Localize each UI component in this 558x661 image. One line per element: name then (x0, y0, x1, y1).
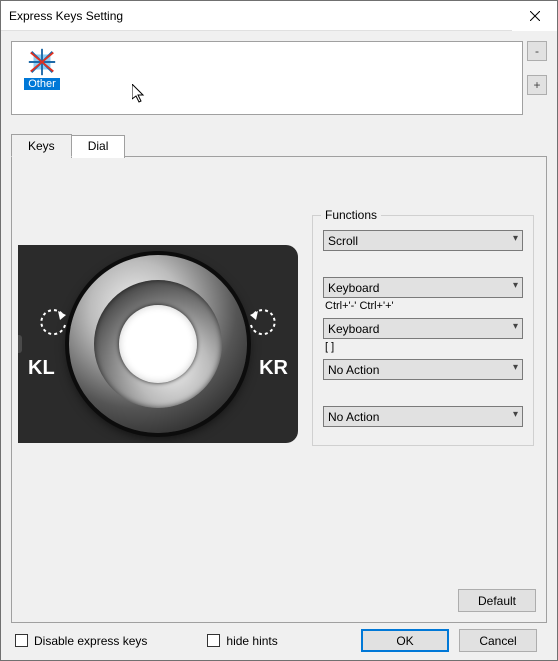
functions-legend: Functions (321, 208, 381, 222)
titlebar: Express Keys Setting (1, 1, 557, 31)
function-subtext-1: Ctrl+'-' Ctrl+'+' (323, 298, 523, 314)
select-value: Scroll (328, 234, 358, 248)
cancel-button[interactable]: Cancel (459, 629, 537, 652)
tab-keys[interactable]: Keys (11, 134, 72, 157)
checkbox-label: Disable express keys (34, 634, 147, 648)
button-label: Cancel (479, 634, 516, 648)
button-label: Default (478, 594, 516, 608)
dial-center (119, 305, 197, 383)
tab-dial[interactable]: Dial (71, 135, 126, 158)
application-strip: Other (11, 41, 523, 115)
checkbox-box-icon (207, 634, 220, 647)
function-select-2[interactable]: Keyboard ▾ (323, 318, 523, 339)
close-icon (530, 11, 540, 21)
dialog-content: Other - + Keys (1, 31, 557, 660)
tab-label: Dial (88, 139, 109, 153)
dial-ring-outer (69, 255, 247, 433)
window-title: Express Keys Setting (1, 9, 123, 23)
rotate-ccw-icon (36, 305, 70, 339)
tab-label: Keys (28, 139, 55, 153)
function-select-1[interactable]: Keyboard ▾ (323, 277, 523, 298)
dial-left-label: KL (28, 357, 55, 380)
select-value: No Action (328, 410, 379, 424)
remove-app-button[interactable]: - (527, 41, 547, 61)
ok-button[interactable]: OK (361, 629, 449, 652)
chevron-down-icon: ▾ (513, 280, 518, 291)
chevron-down-icon: ▾ (513, 233, 518, 244)
select-value: Keyboard (328, 281, 379, 295)
default-button[interactable]: Default (458, 589, 536, 612)
checkbox-box-icon (15, 634, 28, 647)
dial-ring-mid (94, 280, 222, 408)
disable-express-keys-checkbox[interactable]: Disable express keys (15, 634, 147, 648)
select-value: Keyboard (328, 322, 379, 336)
bottom-bar: Disable express keys hide hints OK Cance… (11, 623, 547, 652)
cursor-icon (132, 84, 148, 104)
app-item-other[interactable]: Other (18, 48, 66, 110)
button-label: OK (396, 634, 413, 648)
function-select-4[interactable]: No Action ▾ (323, 406, 523, 427)
burst-x-icon (26, 48, 58, 76)
chevron-down-icon: ▾ (513, 409, 518, 420)
functions-group: Functions Scroll ▾ Keyboard ▾ Ctrl+'-' C… (312, 215, 534, 446)
tabstrip: Keys Dial (11, 133, 547, 156)
express-keys-dialog: Express Keys Setting (0, 0, 558, 661)
dial-graphic: KL KR (18, 245, 298, 443)
app-item-label: Other (24, 78, 60, 90)
checkbox-label: hide hints (226, 634, 277, 648)
add-app-button[interactable]: + (527, 75, 547, 95)
select-value: No Action (328, 363, 379, 377)
close-button[interactable] (512, 1, 557, 31)
chevron-down-icon: ▾ (513, 362, 518, 373)
dial-notch (18, 335, 22, 353)
function-select-0[interactable]: Scroll ▾ (323, 230, 523, 251)
strip-side-buttons: - + (527, 41, 547, 115)
plus-icon: + (533, 78, 540, 92)
rotate-cw-icon (246, 305, 280, 339)
chevron-down-icon: ▾ (513, 321, 518, 332)
minus-icon: - (535, 44, 539, 58)
function-subtext-2: [ ] (323, 339, 523, 355)
tab-panel: KL KR Functions (11, 156, 547, 623)
dial-right-label: KR (259, 357, 288, 380)
hide-hints-checkbox[interactable]: hide hints (207, 634, 277, 648)
function-select-3[interactable]: No Action ▾ (323, 359, 523, 380)
tabs-area: Keys Dial KL (11, 133, 547, 623)
app-strip-row: Other - + (11, 41, 547, 115)
